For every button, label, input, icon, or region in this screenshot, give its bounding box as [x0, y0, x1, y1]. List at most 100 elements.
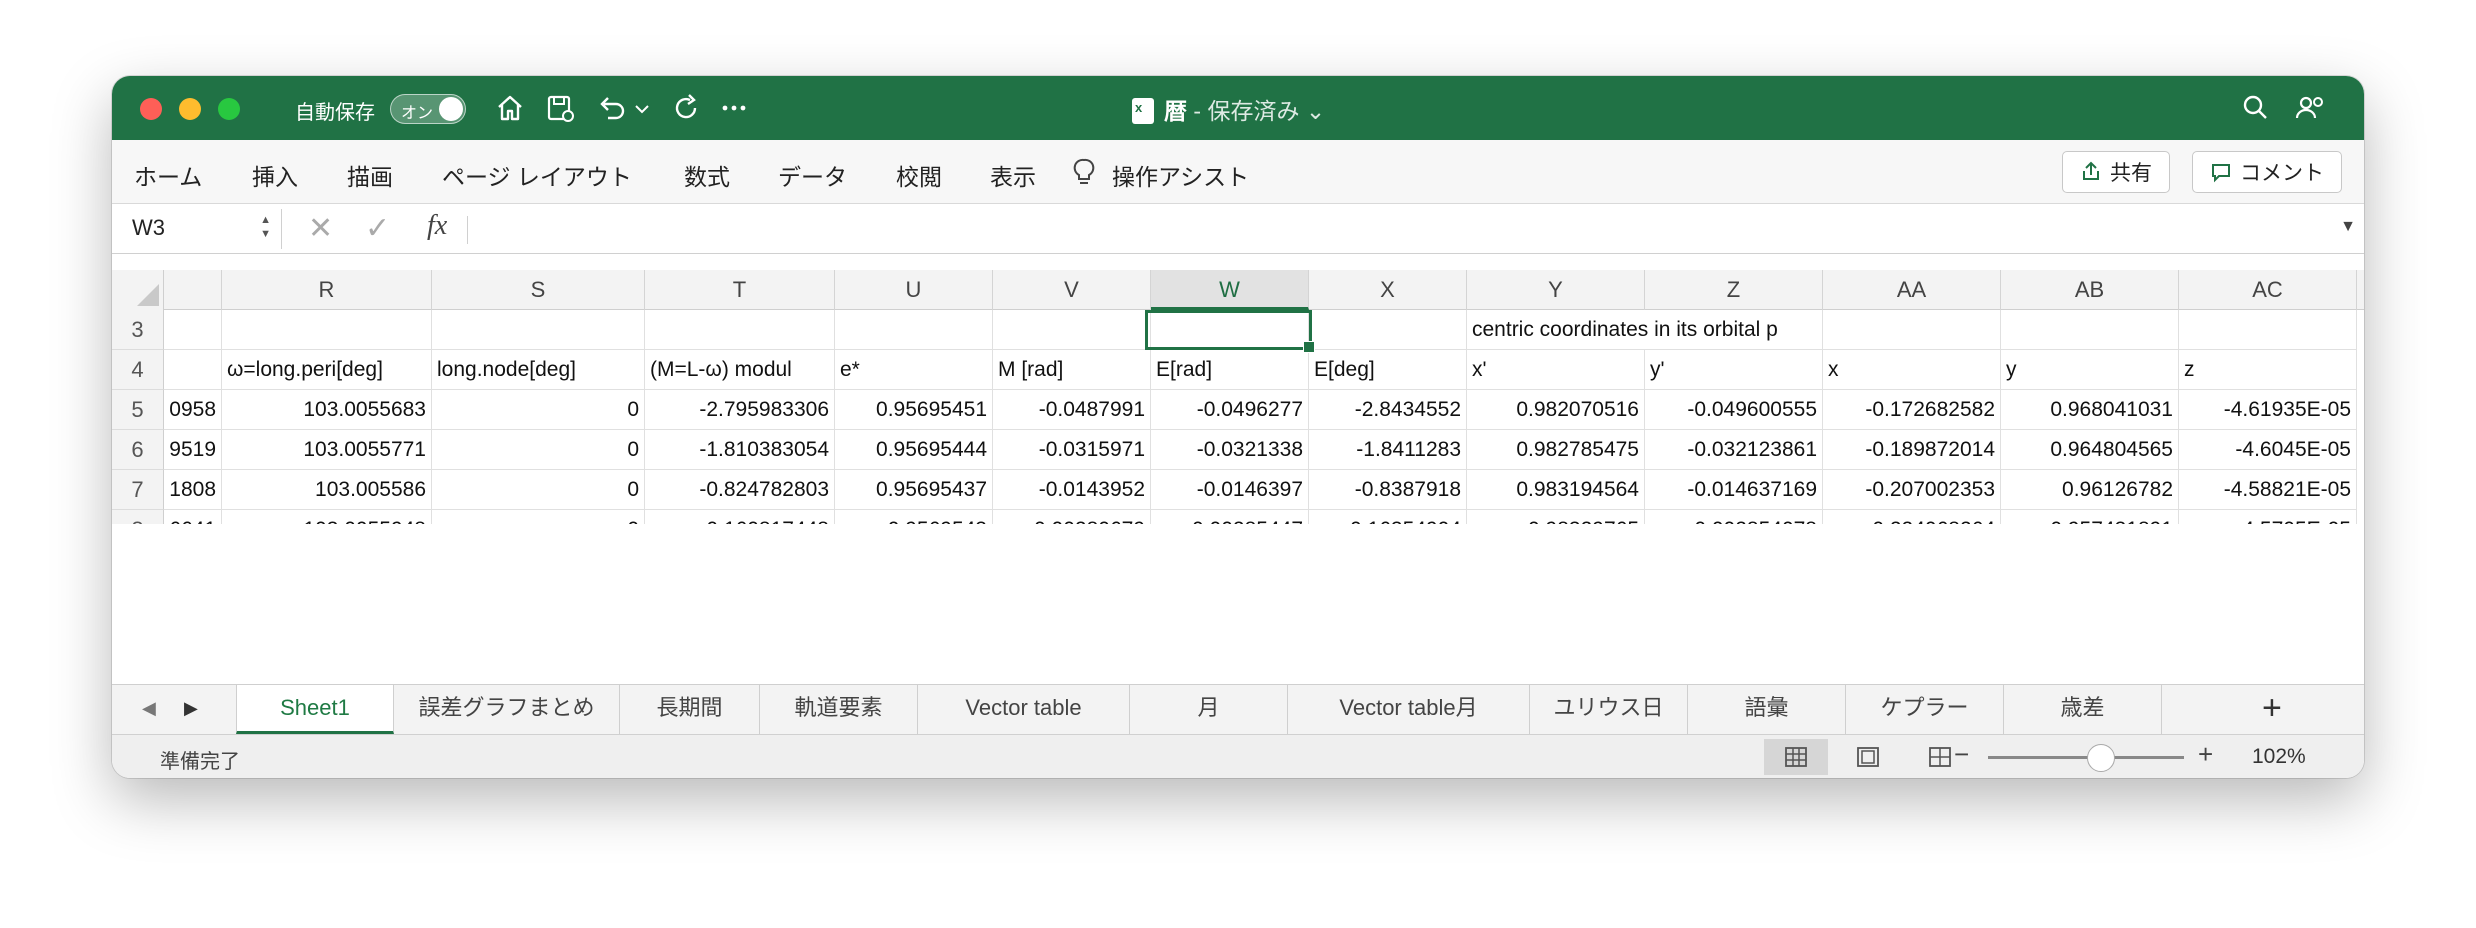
cell-aa4[interactable]: x: [1823, 350, 2001, 390]
cell-r5[interactable]: 103.0055683: [222, 390, 432, 430]
cell-t4[interactable]: (M=L-ω) modul: [645, 350, 835, 390]
tab-page-layout[interactable]: ページ レイアウト: [442, 158, 632, 192]
cell-z7[interactable]: -0.014637169: [1645, 470, 1823, 510]
sheet-tab-julian-day[interactable]: ユリウス日: [1530, 685, 1688, 734]
column-header-w[interactable]: W: [1151, 270, 1309, 310]
cell-ac3[interactable]: [2179, 310, 2357, 350]
cell-t6[interactable]: -1.810383054: [645, 430, 835, 470]
column-header-ac[interactable]: AC: [2179, 270, 2357, 310]
column-header-z[interactable]: Z: [1645, 270, 1823, 310]
autosave-toggle[interactable]: オン: [390, 94, 466, 124]
cell-u7[interactable]: 0.95695437: [835, 470, 993, 510]
cell-x4[interactable]: E[deg]: [1309, 350, 1467, 390]
cell-ab7[interactable]: 0.96126782: [2001, 470, 2179, 510]
cell-q8[interactable]: 6641: [164, 510, 222, 524]
cell-v3[interactable]: [993, 310, 1151, 350]
add-sheet-icon[interactable]: +: [2262, 689, 2282, 728]
sheet-tab-orbital-elements[interactable]: 軌道要素: [760, 685, 918, 734]
normal-view-button[interactable]: [1764, 739, 1828, 775]
tab-home[interactable]: ホーム: [134, 158, 202, 192]
cell-v6[interactable]: -0.0315971: [993, 430, 1151, 470]
fill-handle[interactable]: [1303, 341, 1315, 353]
cell-aa7[interactable]: -0.207002353: [1823, 470, 2001, 510]
column-header-v[interactable]: V: [993, 270, 1151, 310]
column-header-t[interactable]: T: [645, 270, 835, 310]
column-header-y[interactable]: Y: [1467, 270, 1645, 310]
cell-z8[interactable]: 0.002854078: [1645, 510, 1823, 524]
column-header-ab[interactable]: AB: [2001, 270, 2179, 310]
sheet-tab-sheet1[interactable]: Sheet1: [236, 685, 394, 734]
cell-u6[interactable]: 0.95695444: [835, 430, 993, 470]
cell-t3[interactable]: [645, 310, 835, 350]
cell-ab6[interactable]: 0.964804565: [2001, 430, 2179, 470]
cell-v5[interactable]: -0.0487991: [993, 390, 1151, 430]
close-window-button[interactable]: [140, 98, 162, 120]
cell-ab5[interactable]: 0.968041031: [2001, 390, 2179, 430]
cell-r4[interactable]: ω=long.peri[deg]: [222, 350, 432, 390]
next-sheet-icon[interactable]: ▶: [184, 698, 198, 719]
zoom-slider-knob[interactable]: [2087, 744, 2115, 772]
cell-x7[interactable]: -0.8387918: [1309, 470, 1467, 510]
sheet-tab-kepler[interactable]: ケプラー: [1846, 685, 2004, 734]
page-layout-view-button[interactable]: [1836, 739, 1900, 775]
cell-u8[interactable]: 0.9569543: [835, 510, 993, 524]
sheet-tab-vocabulary[interactable]: 語彙: [1688, 685, 1846, 734]
cell-z6[interactable]: -0.032123861: [1645, 430, 1823, 470]
minimize-window-button[interactable]: [179, 98, 201, 120]
cell-ab3[interactable]: [2001, 310, 2179, 350]
tab-insert[interactable]: 挿入: [252, 158, 298, 192]
sheet-tab-precession[interactable]: 歳差: [2004, 685, 2162, 734]
cell-u5[interactable]: 0.95695451: [835, 390, 993, 430]
cell-t5[interactable]: -2.795983306: [645, 390, 835, 430]
row-header[interactable]: 3: [112, 310, 164, 350]
row-header[interactable]: 6: [112, 430, 164, 470]
cell-aa8[interactable]: -0.224068264: [1823, 510, 2001, 524]
cell-r6[interactable]: 103.0055771: [222, 430, 432, 470]
cell-w4[interactable]: E[rad]: [1151, 350, 1309, 390]
cell-q4[interactable]: [164, 350, 222, 390]
cell-y7[interactable]: 0.983194564: [1467, 470, 1645, 510]
cell-s3[interactable]: [432, 310, 645, 350]
cell-q3[interactable]: [164, 310, 222, 350]
prev-sheet-icon[interactable]: ◀: [142, 698, 156, 719]
insert-function-icon[interactable]: fx: [427, 210, 447, 242]
cell-q6[interactable]: 9519: [164, 430, 222, 470]
tab-review[interactable]: 校閲: [896, 158, 942, 192]
tell-me-search[interactable]: 操作アシスト: [1112, 158, 1249, 192]
cell-w6[interactable]: -0.0321338: [1151, 430, 1309, 470]
cell-q5[interactable]: 0958: [164, 390, 222, 430]
tab-formulas[interactable]: 数式: [684, 158, 730, 192]
sheet-tab-error-graph[interactable]: 誤差グラフまとめ: [394, 685, 620, 734]
cancel-formula-icon[interactable]: ✕: [308, 211, 333, 246]
cell-ab8[interactable]: 0.957431891: [2001, 510, 2179, 524]
spreadsheet-grid[interactable]: R S T U V W X Y Z AA AB AC 3 centric coor…: [112, 254, 2364, 524]
column-header-u[interactable]: U: [835, 270, 993, 310]
zoom-out-icon[interactable]: −: [1954, 739, 1969, 770]
cell-w8[interactable]: 0.00285447: [1151, 510, 1309, 524]
row-header[interactable]: 8: [112, 510, 164, 524]
redo-icon[interactable]: [668, 90, 704, 126]
cell-v4[interactable]: M [rad]: [993, 350, 1151, 390]
zoom-level[interactable]: 102%: [2252, 745, 2306, 769]
cell-ac8[interactable]: -4.5705E-05: [2179, 510, 2357, 524]
home-icon[interactable]: [492, 90, 528, 126]
sheet-tab-moon[interactable]: 月: [1130, 685, 1288, 734]
cell-y8[interactable]: 0.98329765: [1467, 510, 1645, 524]
zoom-in-icon[interactable]: +: [2198, 739, 2213, 770]
cell-ab4[interactable]: y: [2001, 350, 2179, 390]
cell-x5[interactable]: -2.8434552: [1309, 390, 1467, 430]
sheet-tab-long-period[interactable]: 長期間: [620, 685, 760, 734]
cell-x8[interactable]: 0.16354904: [1309, 510, 1467, 524]
cell-y6[interactable]: 0.982785475: [1467, 430, 1645, 470]
cell-aa5[interactable]: -0.172682582: [1823, 390, 2001, 430]
cell-w5[interactable]: -0.0496277: [1151, 390, 1309, 430]
column-header-q[interactable]: [164, 270, 222, 310]
cell-x6[interactable]: -1.8411283: [1309, 430, 1467, 470]
comment-button[interactable]: コメント: [2192, 151, 2342, 193]
zoom-slider[interactable]: [1988, 756, 2184, 759]
cell-v8[interactable]: 0.00280679: [993, 510, 1151, 524]
cell-y4[interactable]: x': [1467, 350, 1645, 390]
sheet-tab-vector-table-moon[interactable]: Vector table月: [1288, 685, 1530, 734]
cell-r3[interactable]: [222, 310, 432, 350]
cell-ac6[interactable]: -4.6045E-05: [2179, 430, 2357, 470]
